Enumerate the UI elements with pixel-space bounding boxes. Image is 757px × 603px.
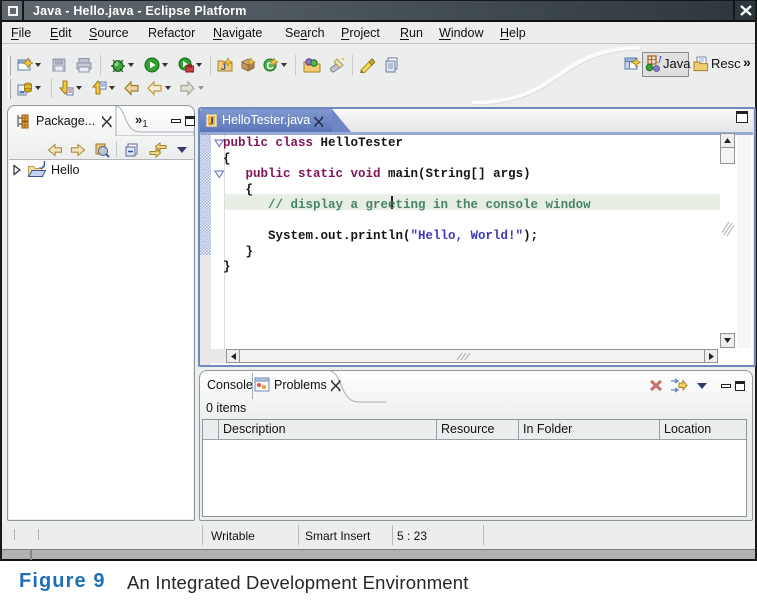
svg-text:J: J: [209, 117, 214, 128]
svg-text:J: J: [657, 55, 662, 66]
svg-text:J: J: [221, 62, 226, 72]
svg-text:J: J: [42, 161, 47, 169]
